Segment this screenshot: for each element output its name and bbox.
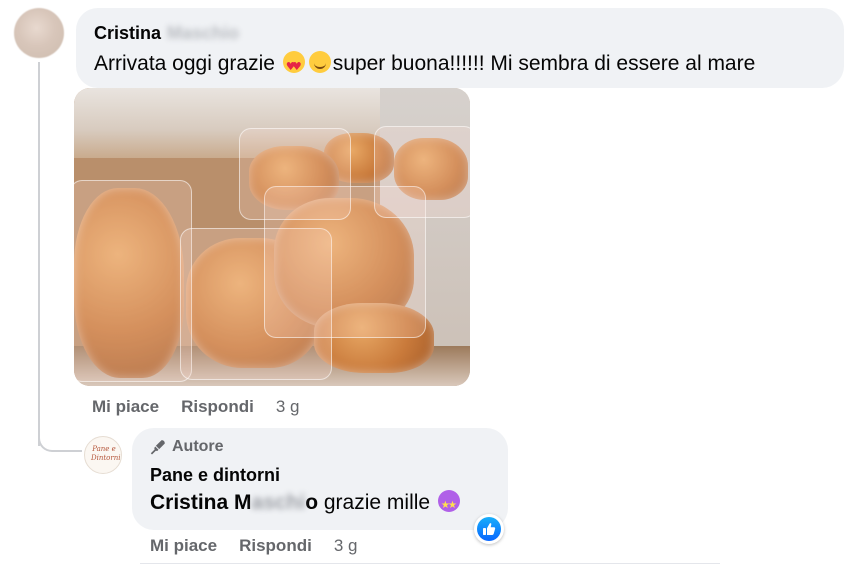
comment-text: Arrivata oggi grazie super buona!!!!!! M…: [94, 50, 826, 81]
thumbs-up-icon: [483, 523, 496, 535]
page-logo: Pane e Dintorni: [91, 445, 121, 462]
reply-link[interactable]: Rispondi: [181, 397, 254, 416]
reply-text-body: grazie mille: [318, 491, 436, 514]
mention-start: Cristina M: [150, 491, 252, 514]
divider: [140, 563, 720, 564]
comment-author[interactable]: Cristina Maschio: [94, 22, 826, 44]
reply-author[interactable]: Pane e dintorni: [150, 464, 490, 486]
star-struck-emoji-icon: [437, 490, 460, 519]
author-first-name[interactable]: Cristina: [94, 23, 161, 43]
comment-text-end: super buona!!!!!! Mi sembra di essere al…: [332, 52, 756, 75]
comment-actions: Mi piace Rispondi 3 g: [92, 396, 299, 418]
reply-actions: Mi piace Rispondi 3 g: [150, 535, 357, 557]
thread-connector: [38, 424, 82, 452]
page-avatar[interactable]: Pane e Dintorni: [84, 436, 122, 474]
timestamp[interactable]: 3 g: [276, 397, 300, 416]
microphone-icon: [150, 440, 165, 455]
comment-photo[interactable]: [74, 88, 470, 386]
like-link[interactable]: Mi piace: [150, 536, 217, 555]
plastic-bag: [74, 180, 192, 382]
reply-link[interactable]: Rispondi: [239, 536, 312, 555]
reply-bubble: Autore Pane e dintorni Cristina Maschio …: [132, 428, 508, 530]
author-last-name-blurred: Maschio: [167, 23, 240, 43]
reply-text: Cristina Maschio grazie mille: [150, 490, 490, 519]
heart-eyes-emoji-icon: [282, 51, 305, 81]
author-badge: Autore: [150, 438, 490, 456]
badge-label: Autore: [172, 438, 224, 455]
mention-blurred: aschi: [251, 491, 306, 514]
plastic-bag: [374, 126, 470, 218]
like-circle: [477, 517, 501, 541]
avatar[interactable]: [14, 8, 64, 58]
smiling-face-emoji-icon: [308, 51, 331, 73]
plastic-bag: [239, 128, 351, 220]
like-reaction-icon[interactable]: [474, 514, 504, 544]
mention-link[interactable]: Cristina Maschio: [150, 491, 318, 514]
thread-line: [38, 62, 40, 446]
comment-text-start: Arrivata oggi grazie: [94, 52, 281, 75]
timestamp[interactable]: 3 g: [334, 536, 358, 555]
like-link[interactable]: Mi piace: [92, 397, 159, 416]
comment-bubble: Cristina Maschio Arrivata oggi grazie sup…: [76, 8, 844, 88]
mention-end: o: [305, 491, 319, 514]
